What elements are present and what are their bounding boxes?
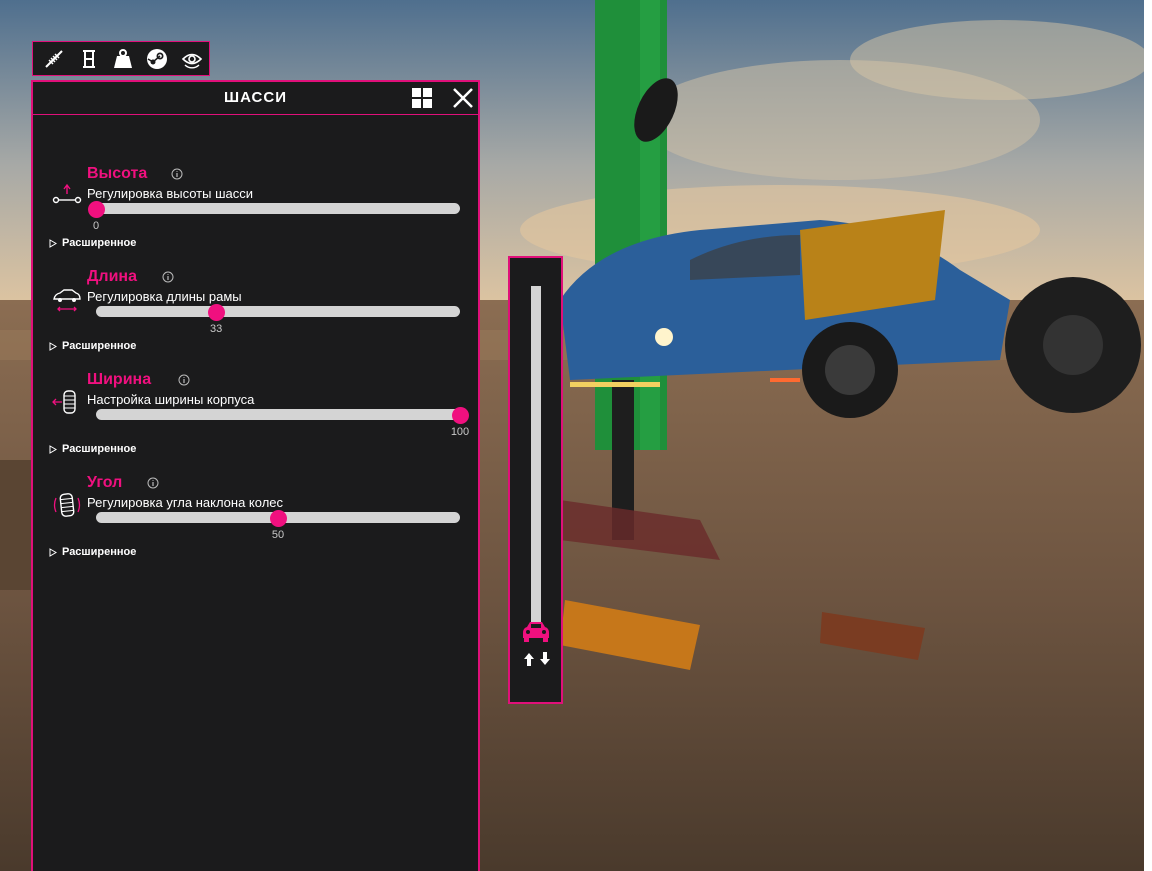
info-icon[interactable] — [178, 374, 190, 386]
length-icon — [53, 289, 81, 312]
section-title: Ширина — [87, 371, 152, 388]
screen-edge — [1144, 0, 1152, 871]
length-slider-thumb[interactable] — [208, 304, 226, 321]
height-slider-thumb[interactable] — [88, 201, 105, 218]
advanced-label: Расширенное — [62, 340, 137, 352]
top-toolbar — [32, 41, 210, 76]
expand-arrow-icon — [49, 547, 57, 557]
angle-slider-thumb[interactable] — [270, 510, 287, 527]
view-tool-button[interactable] — [175, 42, 209, 75]
section-title: Длина — [87, 268, 137, 285]
up-down-arrows-icon[interactable] — [522, 651, 552, 667]
length-slider-track[interactable] — [96, 306, 460, 317]
section-angle: Угол Регулировка угла наклона колес 50 Р… — [33, 474, 478, 574]
width-icon — [52, 390, 76, 414]
angle-value: 50 — [271, 529, 285, 541]
advanced-toggle[interactable]: Расширенное — [49, 546, 136, 558]
height-slider-track[interactable] — [96, 203, 460, 214]
advanced-toggle[interactable]: Расширенное — [49, 340, 136, 352]
advanced-toggle[interactable]: Расширенное — [49, 237, 136, 249]
section-description: Регулировка длины рамы — [87, 289, 242, 304]
expand-arrow-icon — [49, 238, 57, 248]
width-slider-track[interactable] — [96, 409, 460, 420]
lift-slider-track[interactable] — [531, 286, 541, 626]
car-lift-icon[interactable] — [520, 618, 552, 644]
length-value: 33 — [209, 323, 223, 335]
advanced-label: Расширенное — [62, 443, 137, 455]
expand-arrow-icon — [49, 444, 57, 454]
advanced-label: Расширенное — [62, 546, 137, 558]
section-description: Регулировка угла наклона колес — [87, 495, 284, 510]
expand-arrow-icon — [49, 341, 57, 351]
steam-icon — [147, 48, 168, 69]
info-icon[interactable] — [162, 271, 174, 283]
chassis-panel: ШАССИ Высота Регулировка высоты шасси 0 — [31, 80, 480, 871]
height-value: 0 — [92, 220, 100, 232]
lift-control — [508, 256, 563, 704]
section-title: Высота — [87, 165, 148, 182]
width-value: 100 — [450, 426, 470, 438]
section-length: Длина Регулировка длины рамы 33 Расширен… — [33, 268, 478, 368]
section-description: Настройка ширины корпуса — [87, 392, 255, 407]
chassis-icon — [82, 49, 95, 68]
section-description: Регулировка высоты шасси — [87, 186, 253, 201]
height-icon — [52, 183, 82, 204]
grid-view-icon[interactable] — [410, 86, 434, 110]
info-icon[interactable] — [171, 168, 183, 180]
advanced-toggle[interactable]: Расширенное — [49, 443, 136, 455]
panel-header: ШАССИ — [33, 82, 478, 115]
advanced-label: Расширенное — [62, 237, 137, 249]
chassis-tool-button[interactable] — [71, 42, 105, 75]
close-icon[interactable] — [450, 85, 476, 111]
info-icon[interactable] — [147, 477, 159, 489]
suspension-tool-button[interactable] — [37, 42, 71, 75]
steam-tool-button[interactable] — [140, 42, 174, 75]
width-slider-thumb[interactable] — [452, 407, 469, 424]
section-width: Ширина Настройка ширины корпуса 100 Расш… — [33, 371, 478, 471]
weight-tool-button[interactable] — [106, 42, 140, 75]
section-height: Высота Регулировка высоты шасси 0 Расшир… — [33, 165, 478, 265]
view-icon — [181, 53, 202, 69]
suspension-icon — [45, 49, 63, 68]
section-title: Угол — [87, 474, 123, 491]
weight-icon — [114, 48, 133, 68]
camber-icon — [53, 493, 81, 517]
